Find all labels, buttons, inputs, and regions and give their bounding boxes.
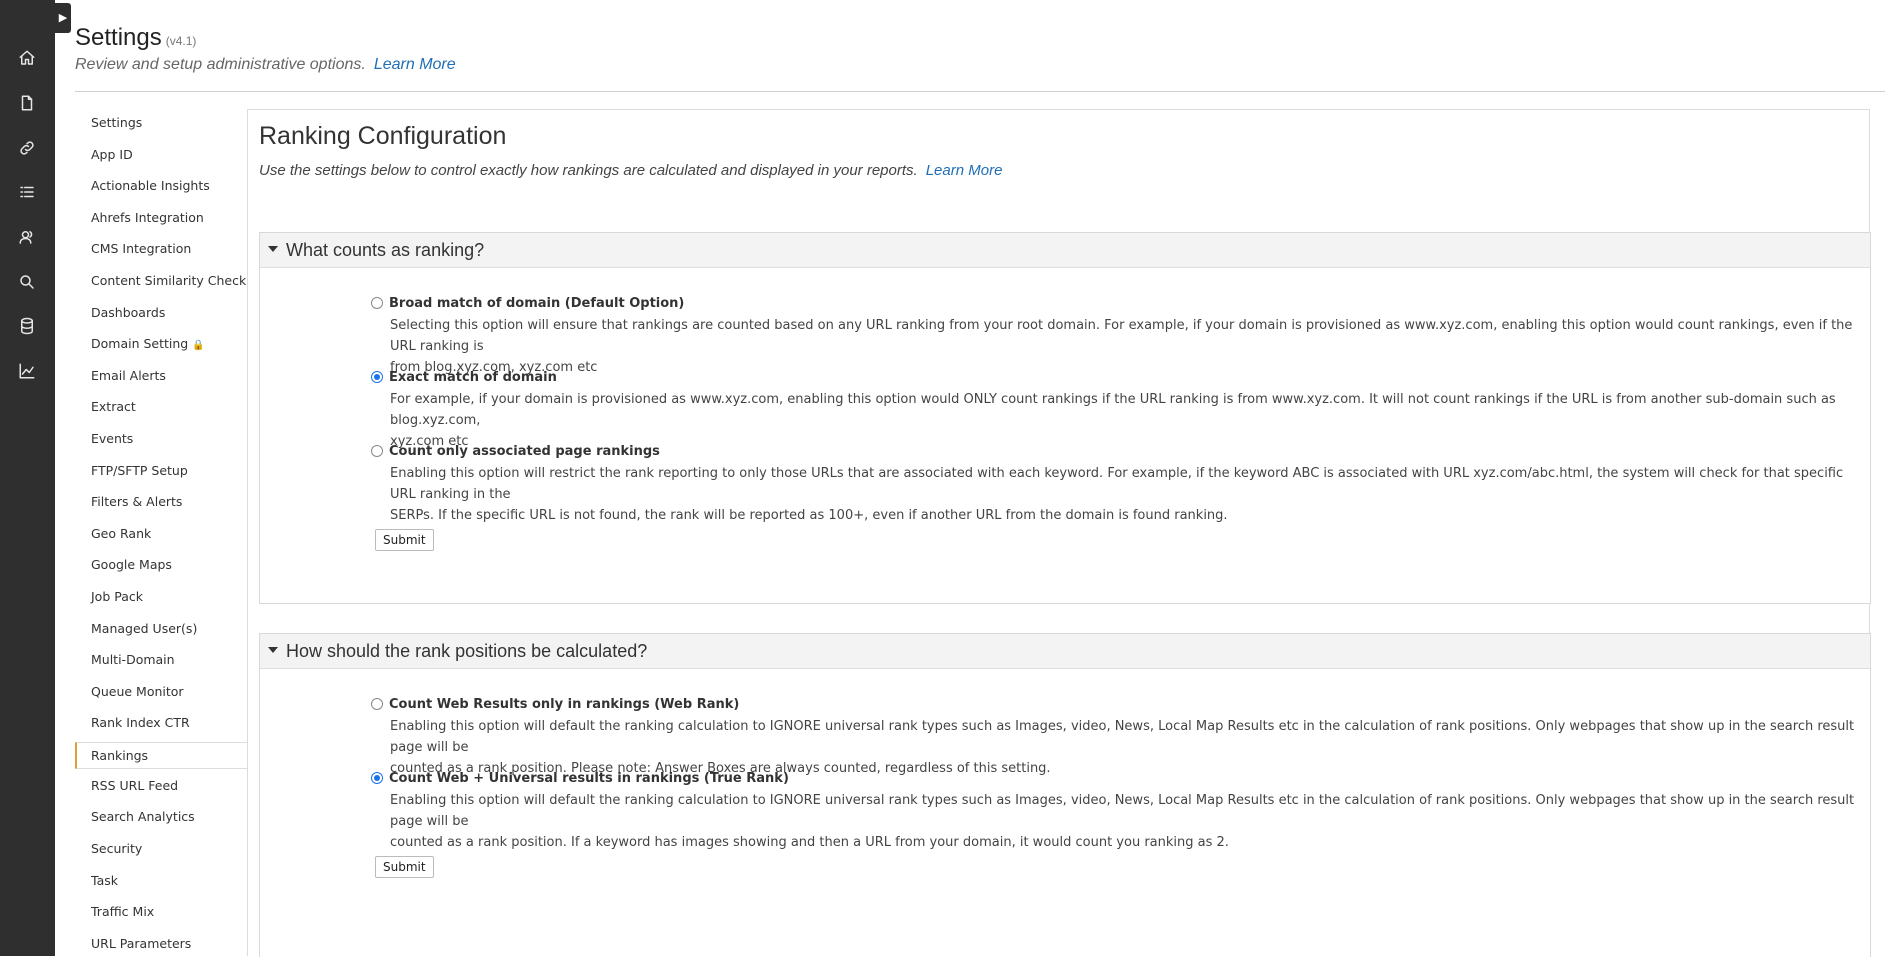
page-subtitle: Review and setup administrative options.… (75, 56, 456, 74)
description-line: Enabling this option will restrict the r… (390, 466, 1844, 502)
description-line: Selecting this option will ensure that r… (390, 318, 1853, 354)
version-label: (v4.1) (165, 34, 197, 48)
header-learn-more-link[interactable]: Learn More (374, 56, 456, 73)
option-label: Count only associated page rankings (389, 443, 660, 459)
nav-item-actionable-insights[interactable]: Actionable Insights (75, 173, 248, 205)
nav-item-url-parameters[interactable]: URL Parameters (75, 931, 248, 962)
nav-item-content-similarity-check[interactable]: Content Similarity Check (75, 268, 248, 300)
nav-item-domain-setting[interactable]: Domain Setting 🔒 (75, 331, 248, 363)
section-title: How should the rank positions be calcula… (286, 641, 648, 661)
page-title: Settings (v4.1) (75, 24, 196, 52)
panel-learn-more-link[interactable]: Learn More (926, 162, 1003, 179)
option-label: Count Web Results only in rankings (Web … (389, 696, 740, 712)
nav-item-google-maps[interactable]: Google Maps (75, 552, 248, 584)
option-exact-match: Exact match of domain For example, if yo… (371, 369, 1861, 452)
description-line: counted as a rank position. If a keyword… (390, 835, 1229, 850)
nav-item-search-analytics[interactable]: Search Analytics (75, 804, 248, 836)
chevron-right-icon[interactable]: ▶ (55, 3, 71, 33)
option-associated-pages: Count only associated page rankings Enab… (371, 443, 1861, 526)
radio-web-rank[interactable] (371, 698, 383, 710)
radio-associated-pages[interactable] (371, 445, 383, 457)
option-description: Enabling this option will default the ra… (390, 790, 1861, 853)
panel-description-text: Use the settings below to control exactl… (259, 162, 918, 179)
radio-broad-match[interactable] (371, 297, 383, 309)
icon-rail (0, 0, 55, 956)
nav-item-filters-alerts[interactable]: Filters & Alerts (75, 489, 248, 521)
nav-item-ahrefs-integration[interactable]: Ahrefs Integration (75, 205, 248, 237)
nav-item-traffic-mix[interactable]: Traffic Mix (75, 899, 248, 931)
description-line: For example, if your domain is provision… (390, 392, 1836, 428)
nav-item-queue-monitor[interactable]: Queue Monitor (75, 679, 248, 711)
nav-item-multi-domain[interactable]: Multi-Domain (75, 647, 248, 679)
section-header[interactable]: How should the rank positions be calcula… (260, 634, 1870, 669)
nav-item-rankings[interactable]: Rankings (75, 741, 248, 769)
list-icon[interactable] (12, 177, 42, 207)
section-rank-calculation: How should the rank positions be calcula… (259, 633, 1871, 957)
subtitle-text: Review and setup administrative options. (75, 56, 366, 73)
section-what-counts: What counts as ranking? Broad match of d… (259, 232, 1871, 604)
nav-item-managed-users[interactable]: Managed User(s) (75, 616, 248, 648)
page-title-text: Settings (75, 24, 162, 51)
option-label: Count Web + Universal results in ranking… (389, 770, 789, 786)
nav-item-ftp-sftp-setup[interactable]: FTP/SFTP Setup (75, 458, 248, 490)
submit-button[interactable]: Submit (375, 529, 434, 551)
nav-item-events[interactable]: Events (75, 426, 248, 458)
option-description: Enabling this option will restrict the r… (390, 463, 1861, 526)
trend-chart-icon[interactable] (12, 356, 42, 386)
section-title: What counts as ranking? (286, 240, 485, 260)
settings-nav: Settings App ID Actionable Insights Ahre… (75, 110, 248, 962)
nav-item-email-alerts[interactable]: Email Alerts (75, 363, 248, 395)
lock-icon: 🔒 (192, 340, 205, 352)
ranking-config-panel: Ranking Configuration Use the settings b… (247, 109, 1871, 957)
document-icon[interactable] (12, 88, 42, 118)
nav-item-security[interactable]: Security (75, 836, 248, 868)
option-broad-match: Broad match of domain (Default Option) S… (371, 295, 1861, 378)
link-icon[interactable] (12, 133, 42, 163)
nav-item-extract[interactable]: Extract (75, 394, 248, 426)
description-line: Enabling this option will default the ra… (390, 719, 1855, 755)
database-icon[interactable] (12, 311, 42, 341)
caret-down-icon (268, 647, 278, 654)
header-divider (75, 91, 1885, 92)
option-label: Broad match of domain (Default Option) (389, 295, 685, 311)
nav-item-job-pack[interactable]: Job Pack (75, 584, 248, 616)
nav-item-geo-rank[interactable]: Geo Rank (75, 521, 248, 553)
radio-true-rank[interactable] (371, 772, 383, 784)
search-icon[interactable] (12, 267, 42, 297)
description-line: SERPs. If the specific URL is not found,… (390, 508, 1228, 523)
nav-item-rank-index-ctr[interactable]: Rank Index CTR (75, 710, 248, 742)
nav-item-label: Domain Setting (91, 336, 189, 352)
description-line: Enabling this option will default the ra… (390, 793, 1855, 829)
option-true-rank: Count Web + Universal results in ranking… (371, 770, 1861, 853)
nav-item-settings[interactable]: Settings (75, 110, 248, 142)
users-icon[interactable] (12, 222, 42, 252)
home-icon[interactable] (12, 43, 42, 73)
panel-title: Ranking Configuration (259, 122, 507, 150)
radio-exact-match[interactable] (371, 371, 383, 383)
option-label: Exact match of domain (389, 369, 557, 385)
nav-item-app-id[interactable]: App ID (75, 142, 248, 174)
caret-down-icon (268, 246, 278, 253)
nav-item-cms-integration[interactable]: CMS Integration (75, 236, 248, 268)
section-header[interactable]: What counts as ranking? (260, 233, 1870, 268)
option-web-rank: Count Web Results only in rankings (Web … (371, 696, 1861, 779)
panel-description: Use the settings below to control exactl… (259, 162, 1002, 179)
nav-item-task[interactable]: Task (75, 868, 248, 900)
nav-item-dashboards[interactable]: Dashboards (75, 300, 248, 332)
submit-button[interactable]: Submit (375, 856, 434, 878)
nav-item-rss-url-feed[interactable]: RSS URL Feed (75, 773, 248, 805)
